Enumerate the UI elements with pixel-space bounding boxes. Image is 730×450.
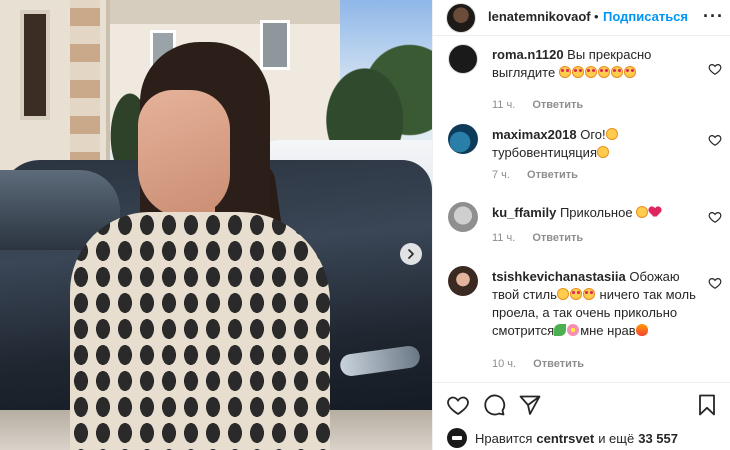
comment-meta: 11 ч. Ответить [492,99,583,111]
woman [70,42,350,450]
reply-button[interactable]: Ответить [527,169,578,181]
comment-meta: 7 ч. Ответить [492,169,578,181]
car-headlight [338,344,422,378]
comment-text: tsishkevichanastasiia Обожаю твой стиль … [492,268,697,340]
post-header: lenatemnikovaof • Подписаться ··· [433,0,730,36]
separator-dot: • [594,9,599,24]
chevron-right-icon [408,249,414,259]
heart-eyes-emoji-icon [610,66,623,78]
likes-count[interactable]: 33 557 [638,431,678,446]
liker-username[interactable]: centrsvet [536,431,594,446]
likes-summary: Нравится centrsvet и ещё 33 557 [447,427,682,449]
comment-body: Прикольное [559,205,633,220]
house-window [20,10,50,120]
like-comment-heart-icon[interactable] [708,133,722,147]
commenter-avatar[interactable] [448,266,478,296]
flower-emoji-icon [567,324,580,336]
emoji-group [558,65,637,80]
comment-text: ku_ffamily Прикольное [492,204,697,222]
reply-button[interactable]: Ответить [533,358,584,370]
author-username[interactable]: lenatemnikovaof [488,9,591,24]
commenter-avatar[interactable] [448,124,478,154]
smirk-emoji-icon [556,288,569,300]
comment-meta: 11 ч. Ответить [492,232,583,244]
comment-time: 11 ч. [492,232,516,244]
author-avatar[interactable] [446,3,476,33]
comment-text: maximax2018 Ого! турбовентицяция [492,126,697,162]
like-comment-heart-icon[interactable] [708,210,722,224]
likes-middle: и ещё [598,430,635,446]
bookmark-icon[interactable] [695,393,719,417]
fire-emoji-icon [635,324,648,336]
comments-list[interactable]: roma.n1120 Вы прекрасно выглядите 11 ч. … [433,36,730,382]
liker-avatar[interactable] [447,428,467,448]
commenter-username[interactable]: ku_ffamily [492,205,556,220]
comment-bubble-icon[interactable] [482,393,506,417]
more-options-icon[interactable]: ··· [703,6,724,27]
commenter-username[interactable]: roma.n1120 [492,47,564,62]
reply-button[interactable]: Ответить [532,99,583,111]
comment-time: 10 ч. [492,358,517,370]
perforated-sweater [70,212,330,450]
reply-button[interactable]: Ответить [532,232,583,244]
face [138,90,230,218]
follow-button[interactable]: Подписаться [603,9,688,24]
heart-eyes-emoji-icon [558,66,571,78]
comment-time: 7 ч. [492,169,510,181]
post-sidebar: lenatemnikovaof • Подписаться ··· roma.n… [432,0,730,450]
commenter-username[interactable]: maximax2018 [492,127,577,142]
thinking-emoji-icon [605,128,618,140]
heart-eyes-emoji-icon [582,288,595,300]
heart-eyes-emoji-icon [569,288,582,300]
herb-emoji-icon [554,324,567,336]
next-photo-button[interactable] [400,243,422,265]
heart-eyes-emoji-icon [584,66,597,78]
red-heart-emoji-icon [649,207,661,218]
house-roof [110,0,340,24]
heart-eyes-emoji-icon [571,66,584,78]
commenter-avatar[interactable] [448,44,478,74]
comment-body: Ого! [580,127,606,142]
likes-prefix: Нравится [475,430,533,446]
paper-plane-icon[interactable] [518,393,542,417]
comment-body-end: мне нрав [580,323,636,338]
heart-eyes-emoji-icon [623,66,636,78]
comment-time: 11 ч. [492,99,516,111]
like-comment-heart-icon[interactable] [708,62,722,76]
heart-outline-icon[interactable] [446,393,470,417]
heart-eyes-emoji-icon [597,66,610,78]
like-comment-heart-icon[interactable] [708,276,722,290]
laughing-emoji-icon [636,206,649,218]
comment-body-continued: турбовентицяция [492,145,597,160]
commenter-avatar[interactable] [448,202,478,232]
comment-meta: 10 ч. Ответить [492,358,584,370]
grin-emoji-icon [596,146,609,158]
post-actions: Нравится centrsvet и ещё 33 557 [433,382,730,450]
comment-text: roma.n1120 Вы прекрасно выглядите [492,46,697,82]
post-photo[interactable] [0,0,432,450]
commenter-username[interactable]: tsishkevichanastasiia [492,269,626,284]
